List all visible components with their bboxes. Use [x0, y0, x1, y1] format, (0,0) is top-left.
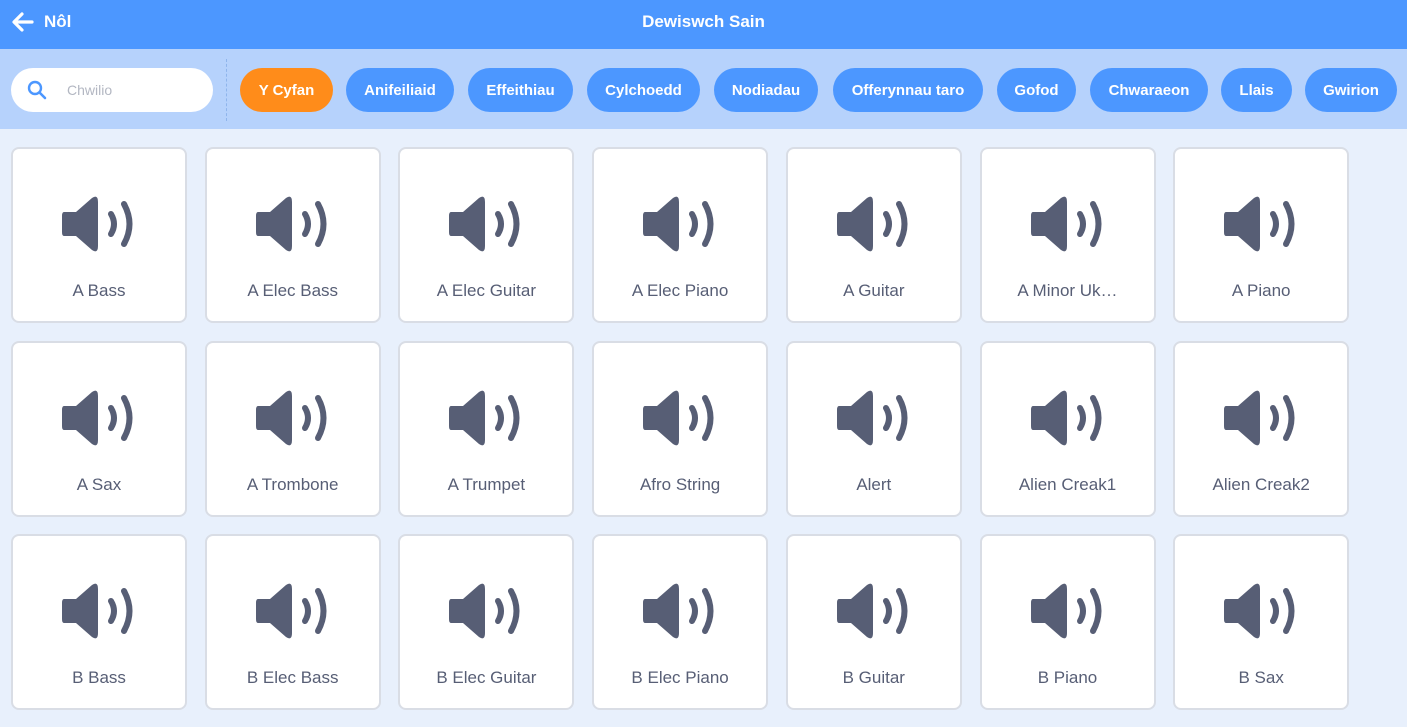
speaker-icon — [255, 583, 327, 639]
sound-name: B Guitar — [842, 668, 905, 687]
speaker-icon — [643, 583, 714, 639]
sound-name: A Trumpet — [447, 474, 526, 494]
tag-llais[interactable]: Llais — [1221, 68, 1292, 112]
speaker-icon — [255, 196, 327, 252]
speaker-icon — [1224, 390, 1295, 445]
tag-cylchoedd[interactable]: Cylchoedd — [587, 68, 700, 112]
speaker-icon — [62, 196, 133, 252]
speaker-icon — [62, 583, 133, 639]
speaker-icon — [836, 583, 908, 639]
header-bar: Nôl Dewiswch Sain — [0, 0, 1407, 49]
sound-card[interactable]: B Guitar — [785, 534, 962, 710]
speaker-icon — [449, 390, 520, 445]
tag-gofod[interactable]: Gofod — [997, 68, 1076, 112]
search-icon — [27, 80, 47, 100]
sound-card[interactable]: A Guitar — [785, 147, 962, 323]
page-title: Dewiswch Sain — [642, 12, 765, 31]
sound-name: B Elec Bass — [246, 668, 339, 687]
search-input[interactable] — [67, 78, 207, 102]
sound-card[interactable]: A Piano — [1173, 147, 1350, 323]
sound-name: A Elec Guitar — [436, 281, 536, 300]
sound-card[interactable]: A Elec Piano — [592, 147, 769, 323]
speaker-icon — [1030, 196, 1101, 252]
sound-card[interactable]: B Elec Guitar — [398, 534, 575, 710]
sound-name: A Piano — [1231, 281, 1291, 300]
sound-card[interactable]: B Elec Piano — [592, 534, 769, 710]
sound-card[interactable]: B Piano — [979, 534, 1156, 710]
sound-name: A Elec Piano — [631, 281, 729, 300]
tag-effeithiau[interactable]: Effeithiau — [468, 68, 573, 112]
sound-name: B Piano — [1037, 668, 1098, 687]
search-box[interactable] — [11, 68, 213, 112]
speaker-icon — [643, 196, 714, 252]
speaker-icon — [62, 390, 133, 445]
speaker-icon — [836, 390, 908, 445]
sound-name: A Elec Bass — [247, 281, 339, 300]
speaker-icon — [643, 390, 714, 445]
sound-name: Afro String — [639, 474, 721, 494]
tag-nodiadau[interactable]: Nodiadau — [714, 68, 818, 112]
sound-name: B Elec Guitar — [436, 668, 537, 687]
sound-name: B Sax — [1238, 668, 1284, 687]
sound-card[interactable]: A Minor Uk… — [979, 147, 1156, 323]
sound-card[interactable]: Afro String — [592, 340, 769, 517]
tag-gwirion[interactable]: Gwirion — [1305, 68, 1397, 112]
sound-name: A Sax — [76, 474, 122, 494]
speaker-icon — [449, 583, 520, 639]
sound-card[interactable]: B Bass — [11, 534, 187, 710]
sound-name: A Minor Uk… — [1017, 281, 1118, 300]
speaker-icon — [1224, 583, 1295, 639]
speaker-icon — [1224, 196, 1295, 252]
tag-anifeiliaid[interactable]: Anifeiliaid — [346, 68, 454, 112]
tag-y-cyfan[interactable]: Y Cyfan — [240, 68, 333, 112]
filter-divider — [226, 59, 227, 121]
sound-name: Alert — [856, 474, 892, 494]
sound-name: B Elec Piano — [631, 668, 729, 687]
tag-offerynnau-taro[interactable]: Offerynnau taro — [833, 68, 983, 112]
speaker-icon — [836, 196, 908, 252]
sound-name: A Bass — [72, 281, 126, 300]
sound-card[interactable]: A Elec Guitar — [398, 147, 575, 323]
sound-card[interactable]: A Trombone — [204, 340, 381, 517]
sound-name: A Trombone — [246, 474, 339, 494]
sound-card[interactable]: Alien Creak1 — [979, 340, 1156, 517]
sound-card[interactable]: A Bass — [11, 147, 187, 323]
sound-name: Alien Creak1 — [1018, 474, 1117, 494]
sound-card[interactable]: A Sax — [11, 340, 187, 517]
sound-card[interactable]: A Elec Bass — [204, 147, 381, 323]
tag-chwaraeon[interactable]: Chwaraeon — [1090, 68, 1208, 112]
speaker-icon — [1030, 583, 1101, 639]
speaker-icon — [1030, 390, 1101, 445]
sound-card[interactable]: Alert — [785, 340, 962, 517]
sound-name: Alien Creak2 — [1212, 474, 1310, 494]
sound-card[interactable]: B Sax — [1173, 534, 1350, 710]
sound-name: B Bass — [72, 668, 126, 687]
sound-card[interactable]: Alien Creak2 — [1173, 340, 1350, 517]
filter-bar: Y Cyfan Anifeiliaid Effeithiau Cylchoedd Nod… — [0, 49, 1407, 129]
speaker-icon — [449, 196, 520, 252]
sound-card[interactable]: A Trumpet — [398, 340, 575, 517]
sound-card[interactable]: B Elec Bass — [204, 534, 381, 710]
sound-name: A Guitar — [843, 281, 905, 300]
speaker-icon — [255, 390, 327, 445]
